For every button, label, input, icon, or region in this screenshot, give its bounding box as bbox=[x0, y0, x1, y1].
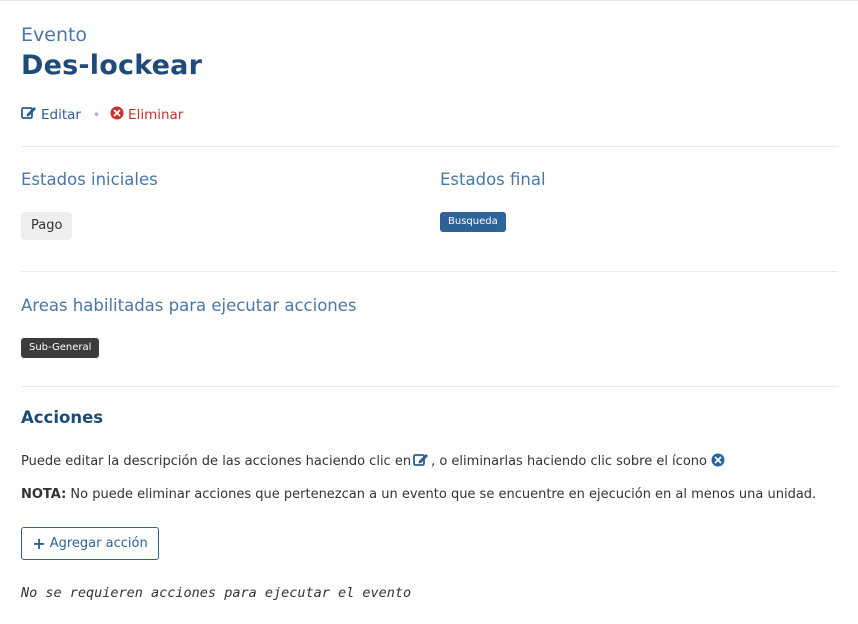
final-state-badge: Busqueda bbox=[440, 212, 506, 232]
divider bbox=[21, 271, 838, 272]
page-title: Des-lockear bbox=[21, 50, 203, 81]
empty-actions-message: No se requieren acciones para ejecutar e… bbox=[21, 585, 412, 601]
note-label: NOTA: bbox=[21, 487, 67, 502]
area-badge: Sub-General bbox=[21, 338, 100, 358]
actions-note: NOTA: No puede eliminar acciones que per… bbox=[21, 487, 816, 502]
delete-link[interactable]: Eliminar bbox=[110, 106, 183, 124]
initial-states-title: Estados iniciales bbox=[21, 170, 158, 189]
actions-separator: • bbox=[92, 107, 101, 122]
delete-label: Eliminar bbox=[128, 106, 184, 123]
edit-icon bbox=[21, 105, 37, 124]
event-actions: Editar • Eliminar bbox=[21, 105, 183, 124]
plus-icon: + bbox=[32, 533, 46, 553]
areas-title: Areas habilitadas para ejecutar acciones bbox=[21, 296, 357, 315]
divider bbox=[21, 386, 838, 387]
actions-section-title: Acciones bbox=[21, 408, 104, 427]
actions-help-text: Puede editar la descripción de las accio… bbox=[21, 452, 727, 471]
divider bbox=[21, 146, 838, 147]
edit-label: Editar bbox=[41, 106, 81, 123]
page-subtitle: Evento bbox=[21, 24, 88, 46]
add-action-button[interactable]: + Agregar acción bbox=[21, 527, 159, 560]
initial-state-badge: Pago bbox=[21, 212, 73, 240]
edit-icon bbox=[413, 452, 429, 471]
times-circle-icon bbox=[711, 453, 725, 471]
top-divider bbox=[0, 0, 858, 1]
help-text-middle: , o eliminarlas haciendo clic sobre el í… bbox=[431, 454, 707, 469]
help-text-before: Puede editar la descripción de las accio… bbox=[21, 454, 412, 469]
edit-link[interactable]: Editar bbox=[21, 105, 81, 124]
add-action-label: Agregar acción bbox=[49, 536, 148, 551]
note-text: No puede eliminar acciones que pertenezc… bbox=[66, 487, 817, 502]
final-states-title: Estados final bbox=[440, 170, 546, 189]
times-circle-icon bbox=[110, 106, 124, 124]
